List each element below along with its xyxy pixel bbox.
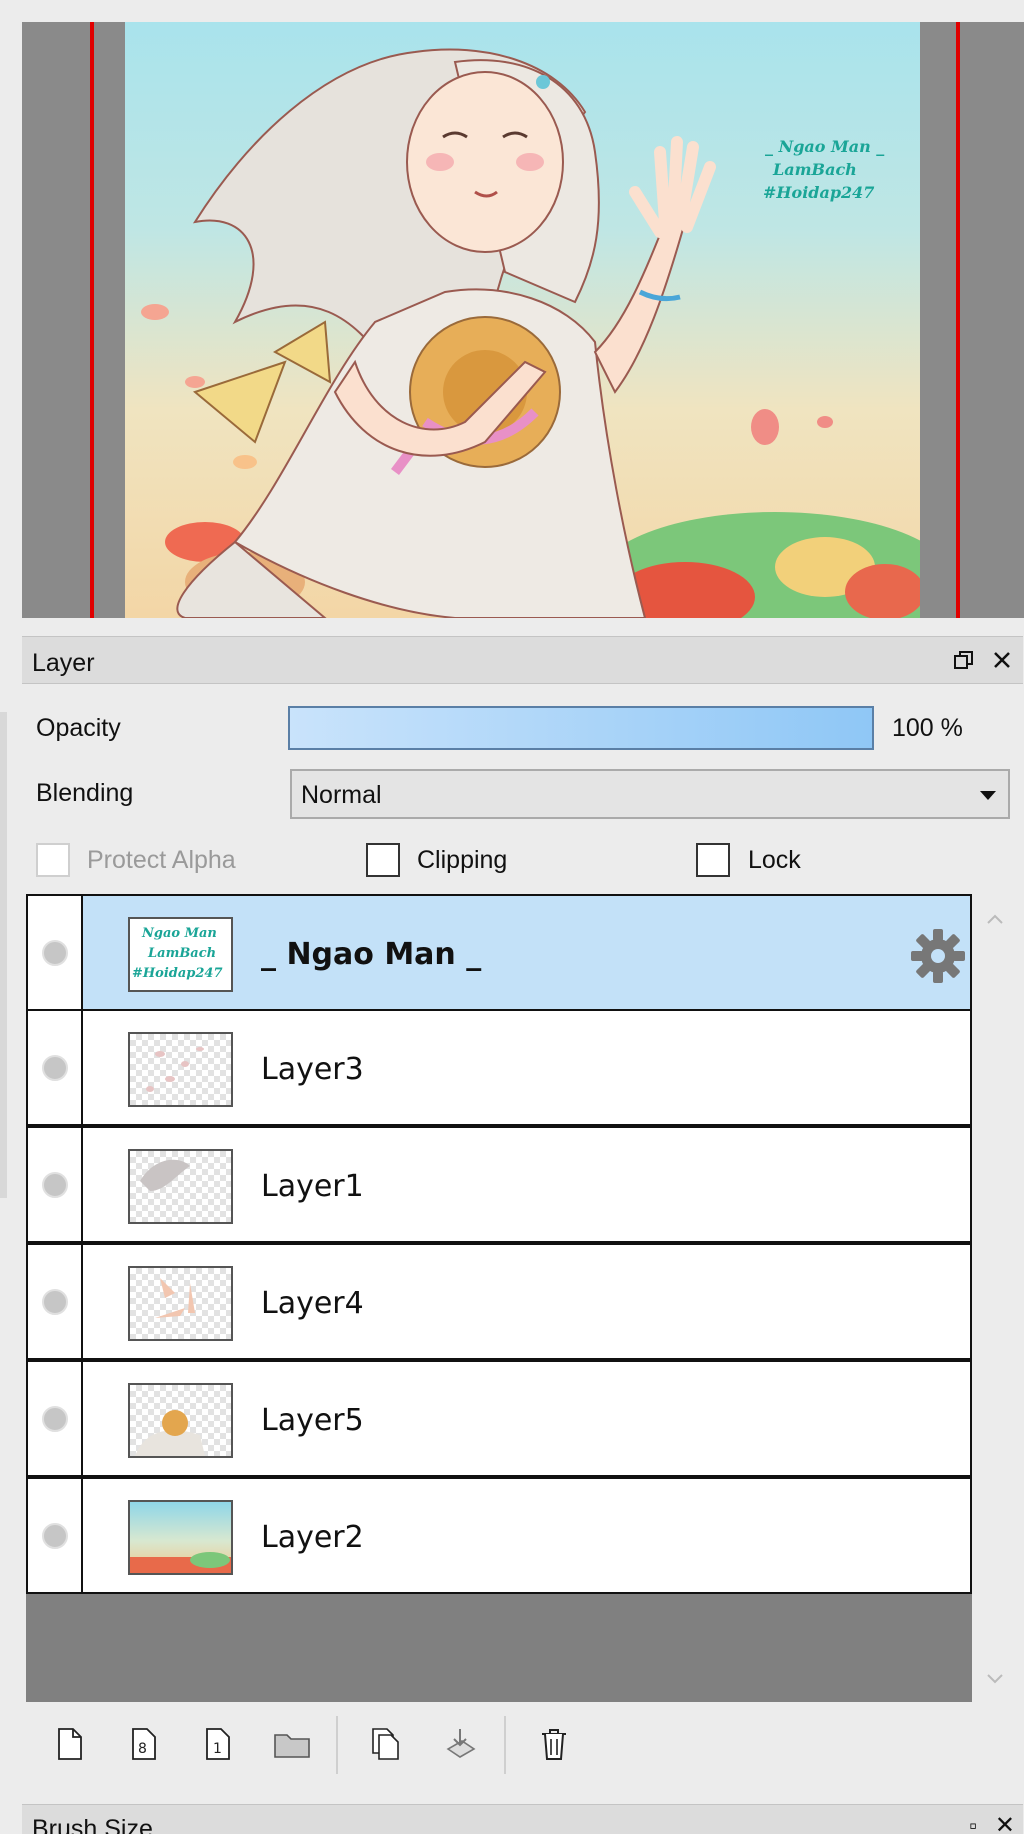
layer-visibility-cell[interactable] bbox=[28, 1479, 83, 1592]
layer-visibility-cell[interactable] bbox=[28, 1245, 83, 1358]
left-edge-scrollbar[interactable] bbox=[0, 712, 7, 1198]
lock-checkbox[interactable] bbox=[696, 843, 730, 877]
artwork-image: _ Ngao Man _ LamBach #Hoidap247 bbox=[125, 22, 920, 618]
opacity-slider[interactable] bbox=[288, 706, 874, 750]
float-panel-icon[interactable]: ▫ bbox=[969, 1813, 977, 1834]
svg-text:1: 1 bbox=[213, 1741, 222, 1757]
clipping-label: Clipping bbox=[417, 846, 508, 874]
blending-mode-value: Normal bbox=[301, 781, 382, 809]
protect-alpha-checkbox[interactable] bbox=[36, 843, 70, 877]
layer-row[interactable]: Layer3 bbox=[26, 1009, 972, 1126]
toolbar-separator bbox=[336, 1716, 338, 1774]
layer-panel-title: Layer bbox=[32, 649, 95, 677]
canvas-guide-right bbox=[956, 22, 960, 618]
new-folder-icon[interactable] bbox=[266, 1716, 318, 1772]
layer-thumbnail bbox=[128, 1266, 233, 1341]
visibility-toggle-icon[interactable] bbox=[42, 1406, 68, 1432]
dropdown-arrow-icon bbox=[980, 791, 996, 800]
svg-text:LamBach: LamBach bbox=[147, 946, 216, 961]
layer-name: Layer4 bbox=[261, 1286, 364, 1321]
layer-panel-header: Layer bbox=[22, 636, 1023, 684]
signature-line-3: #Hoidap247 bbox=[763, 183, 874, 202]
opacity-value: 100 % bbox=[892, 714, 963, 742]
scroll-down-icon[interactable] bbox=[984, 1668, 1006, 1690]
close-panel-icon[interactable] bbox=[989, 647, 1015, 673]
blending-label: Blending bbox=[36, 779, 134, 807]
layer-name: Layer1 bbox=[261, 1169, 364, 1204]
layer-list[interactable]: Ngao Man LamBach #Hoidap247 _ Ngao Man _ bbox=[26, 894, 972, 1702]
canvas-top-bar bbox=[0, 0, 1024, 22]
protect-alpha-label: Protect Alpha bbox=[87, 846, 236, 874]
svg-text:Ngao Man: Ngao Man bbox=[141, 926, 217, 941]
signature-line-2: LamBach bbox=[772, 160, 857, 179]
layer-thumbnail bbox=[128, 1149, 233, 1224]
opacity-label: Opacity bbox=[36, 714, 121, 742]
new-layer-icon[interactable] bbox=[44, 1716, 96, 1772]
layer-visibility-cell[interactable] bbox=[28, 896, 83, 1009]
toolbar-separator bbox=[504, 1716, 506, 1774]
layer-visibility-cell[interactable] bbox=[28, 1362, 83, 1475]
layer-name: Layer3 bbox=[261, 1052, 364, 1087]
svg-text:#Hoidap247: #Hoidap247 bbox=[132, 966, 223, 981]
float-panel-icon[interactable] bbox=[951, 647, 977, 673]
layer-name: Layer2 bbox=[261, 1520, 364, 1555]
layer-thumbnail bbox=[128, 1032, 233, 1107]
duplicate-layer-icon[interactable] bbox=[360, 1716, 412, 1772]
new-8bit-layer-icon[interactable]: 8 bbox=[118, 1716, 170, 1772]
artwork-illustration: _ Ngao Man _ LamBach #Hoidap247 bbox=[141, 48, 920, 618]
visibility-toggle-icon[interactable] bbox=[42, 1172, 68, 1198]
brush-size-panel-header: Brush Size ▫ ✕ bbox=[22, 1804, 1023, 1834]
scroll-up-icon[interactable] bbox=[984, 908, 1006, 930]
layer-settings-gear-icon[interactable] bbox=[910, 928, 966, 984]
layer-name: _ Ngao Man _ bbox=[261, 937, 482, 972]
layer-thumbnail bbox=[128, 1383, 233, 1458]
visibility-toggle-icon[interactable] bbox=[42, 940, 68, 966]
delete-layer-icon[interactable] bbox=[528, 1716, 580, 1772]
layer-thumbnail: Ngao Man LamBach #Hoidap247 bbox=[128, 917, 233, 992]
canvas-guide-left bbox=[90, 22, 94, 618]
drawing-canvas[interactable]: _ Ngao Man _ LamBach #Hoidap247 bbox=[22, 22, 1024, 618]
visibility-toggle-icon[interactable] bbox=[42, 1289, 68, 1315]
blending-mode-select[interactable]: Normal bbox=[290, 769, 1010, 819]
new-1bit-layer-icon[interactable]: 1 bbox=[192, 1716, 244, 1772]
layer-thumbnail bbox=[128, 1500, 233, 1575]
visibility-toggle-icon[interactable] bbox=[42, 1523, 68, 1549]
svg-text:8: 8 bbox=[138, 1741, 147, 1757]
layer-visibility-cell[interactable] bbox=[28, 1128, 83, 1241]
layer-row[interactable]: Layer1 bbox=[26, 1126, 972, 1243]
layer-name: Layer5 bbox=[261, 1403, 364, 1438]
visibility-toggle-icon[interactable] bbox=[42, 1055, 68, 1081]
layer-row[interactable]: Ngao Man LamBach #Hoidap247 _ Ngao Man _ bbox=[26, 894, 972, 1011]
layer-row[interactable]: Layer2 bbox=[26, 1477, 972, 1594]
lock-label: Lock bbox=[748, 846, 801, 874]
layer-row[interactable]: Layer5 bbox=[26, 1360, 972, 1477]
layer-visibility-cell[interactable] bbox=[28, 1011, 83, 1124]
layer-toolbar: 8 1 bbox=[30, 1716, 630, 1774]
merge-down-icon[interactable] bbox=[434, 1716, 486, 1772]
close-panel-icon[interactable]: ✕ bbox=[995, 1811, 1015, 1834]
clipping-checkbox[interactable] bbox=[366, 843, 400, 877]
signature-line-1: _ Ngao Man _ bbox=[765, 137, 884, 156]
layer-row[interactable]: Layer4 bbox=[26, 1243, 972, 1360]
brush-size-panel-title: Brush Size bbox=[32, 1815, 153, 1834]
